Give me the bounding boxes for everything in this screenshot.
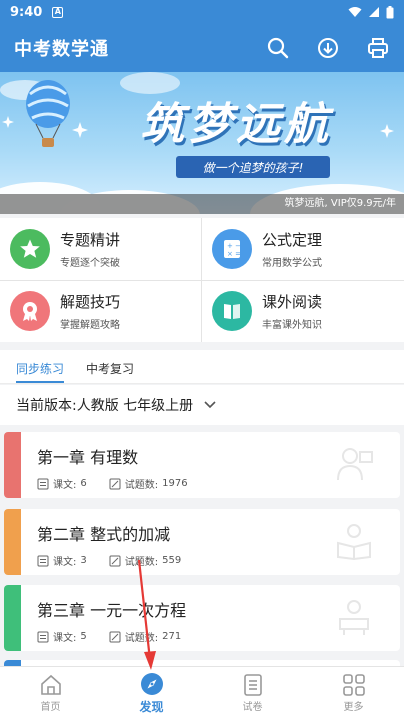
chevron-down-icon [204, 401, 216, 409]
chapter-title: 第一章 有理数 [37, 448, 139, 467]
nav-home[interactable]: 首页 [0, 667, 101, 720]
feature-reading[interactable]: 课外阅读 丰富课外知识 [202, 280, 404, 342]
document-icon [37, 478, 49, 489]
banner-caption: 筑梦远航, VIP仅9.9元/年 [0, 194, 404, 214]
svg-text:× =: × = [227, 250, 241, 258]
search-icon [267, 37, 289, 59]
feature-title: 解题技巧 [60, 293, 121, 311]
lessons-count: 3 [80, 555, 87, 566]
version-label: 当前版本: [16, 398, 77, 414]
edit-icon [109, 631, 121, 642]
questions-label: 试题数: [124, 557, 159, 568]
chapter-card[interactable]: 第一章 有理数 课文: 6 试题数: 1976 [4, 432, 400, 498]
download-icon [318, 38, 338, 58]
chapter-color-stripe [4, 585, 21, 651]
banner-headline: 筑梦远航 [140, 99, 332, 150]
banner-tagline: 做一个追梦的孩子! [176, 156, 330, 178]
questions-count: 559 [162, 555, 182, 566]
nav-exam-papers[interactable]: 试卷 [202, 667, 303, 720]
nav-label: 发现 [139, 700, 164, 714]
svg-text:+ −: + − [227, 242, 241, 250]
section-tabs: 同步练习 中考复习 [0, 350, 404, 384]
app-title: 中考数学通 [14, 39, 109, 60]
questions-count: 1976 [162, 478, 188, 489]
lessons-count: 6 [80, 478, 87, 489]
tab-sync-practice[interactable]: 同步练习 [16, 350, 65, 383]
compass-icon [140, 673, 163, 695]
status-time: 9:40 [10, 4, 43, 20]
feature-title: 专题精讲 [60, 231, 121, 249]
chapter-color-stripe [4, 432, 21, 498]
chapter-title: 第二章 整式的加减 [37, 525, 171, 544]
feature-techniques[interactable]: 解题技巧 掌握解题攻略 [0, 280, 202, 342]
promo-banner[interactable]: 筑梦远航 做一个追梦的孩子! 筑梦远航, VIP仅9.9元/年 [0, 72, 404, 214]
feature-subtitle: 常用数学公式 [262, 258, 322, 269]
lessons-label: 课文: [53, 557, 77, 568]
app-bar: 中考数学通 [0, 24, 404, 72]
feature-subtitle: 专题逐个突破 [60, 258, 120, 269]
student-desk-icon [339, 600, 369, 635]
bottom-nav: 首页 发现 试卷 更多 [0, 666, 404, 720]
download-button[interactable] [316, 36, 340, 60]
signal-icon [369, 7, 379, 17]
feature-subtitle: 掌握解题攻略 [60, 320, 120, 331]
calculator-icon: + − × = [212, 229, 252, 269]
feature-title: 公式定理 [262, 231, 323, 249]
nav-label: 试卷 [242, 702, 263, 713]
feature-subtitle: 丰富课外知识 [262, 320, 322, 331]
paper-icon [243, 674, 262, 696]
document-icon [37, 555, 49, 566]
sparkle-icon [380, 124, 394, 138]
teacher-icon [337, 448, 373, 481]
book-icon [212, 291, 252, 331]
wifi-icon [348, 7, 362, 17]
hot-air-balloon-icon [26, 80, 70, 147]
status-bar: 9:40 A [0, 0, 404, 24]
search-button[interactable] [266, 36, 290, 60]
nav-label: 首页 [40, 702, 61, 713]
badge-icon [10, 291, 50, 331]
feature-topics[interactable]: 专题精讲 专题逐个突破 [0, 218, 202, 280]
reading-student-icon [337, 524, 371, 561]
battery-icon [386, 5, 394, 18]
nav-label: 更多 [343, 702, 364, 713]
edit-icon [109, 555, 121, 566]
chapter-card[interactable]: 第二章 整式的加减 课文: 3 试题数: 559 [4, 509, 400, 575]
feature-title: 课外阅读 [262, 293, 323, 311]
nav-more[interactable]: 更多 [303, 667, 404, 720]
printer-icon [368, 38, 388, 58]
document-icon [37, 631, 49, 642]
questions-label: 试题数: [124, 480, 159, 491]
chapter-card[interactable]: 第三章 一元一次方程 课文: 5 试题数: 271 [4, 585, 400, 651]
grid-icon [342, 674, 365, 696]
lessons-label: 课文: [53, 633, 77, 644]
feature-formulas[interactable]: + − × = 公式定理 常用数学公式 [202, 218, 404, 280]
home-icon [40, 674, 61, 695]
chapter-title: 第三章 一元一次方程 [37, 601, 187, 620]
version-value: 人教版 七年级上册 [76, 398, 194, 414]
questions-label: 试题数: [124, 633, 159, 644]
chapter-color-stripe [4, 509, 21, 575]
lessons-count: 5 [80, 631, 87, 642]
star-icon [10, 229, 50, 269]
edit-icon [109, 478, 121, 489]
version-selector[interactable]: 当前版本: 人教版 七年级上册 [0, 385, 404, 425]
lessons-label: 课文: [53, 480, 77, 491]
sparkle-icon [72, 122, 88, 138]
notification-a-icon: A [52, 6, 64, 18]
feature-grid: 专题精讲 专题逐个突破 + − × = 公式定理 常用数学公式 解题技巧 掌握解题… [0, 218, 404, 342]
print-button[interactable] [366, 36, 390, 60]
nav-discover[interactable]: 发现 [101, 667, 202, 720]
tab-exam-review[interactable]: 中考复习 [86, 350, 134, 383]
questions-count: 271 [162, 631, 182, 642]
sparkle-icon [2, 116, 14, 128]
